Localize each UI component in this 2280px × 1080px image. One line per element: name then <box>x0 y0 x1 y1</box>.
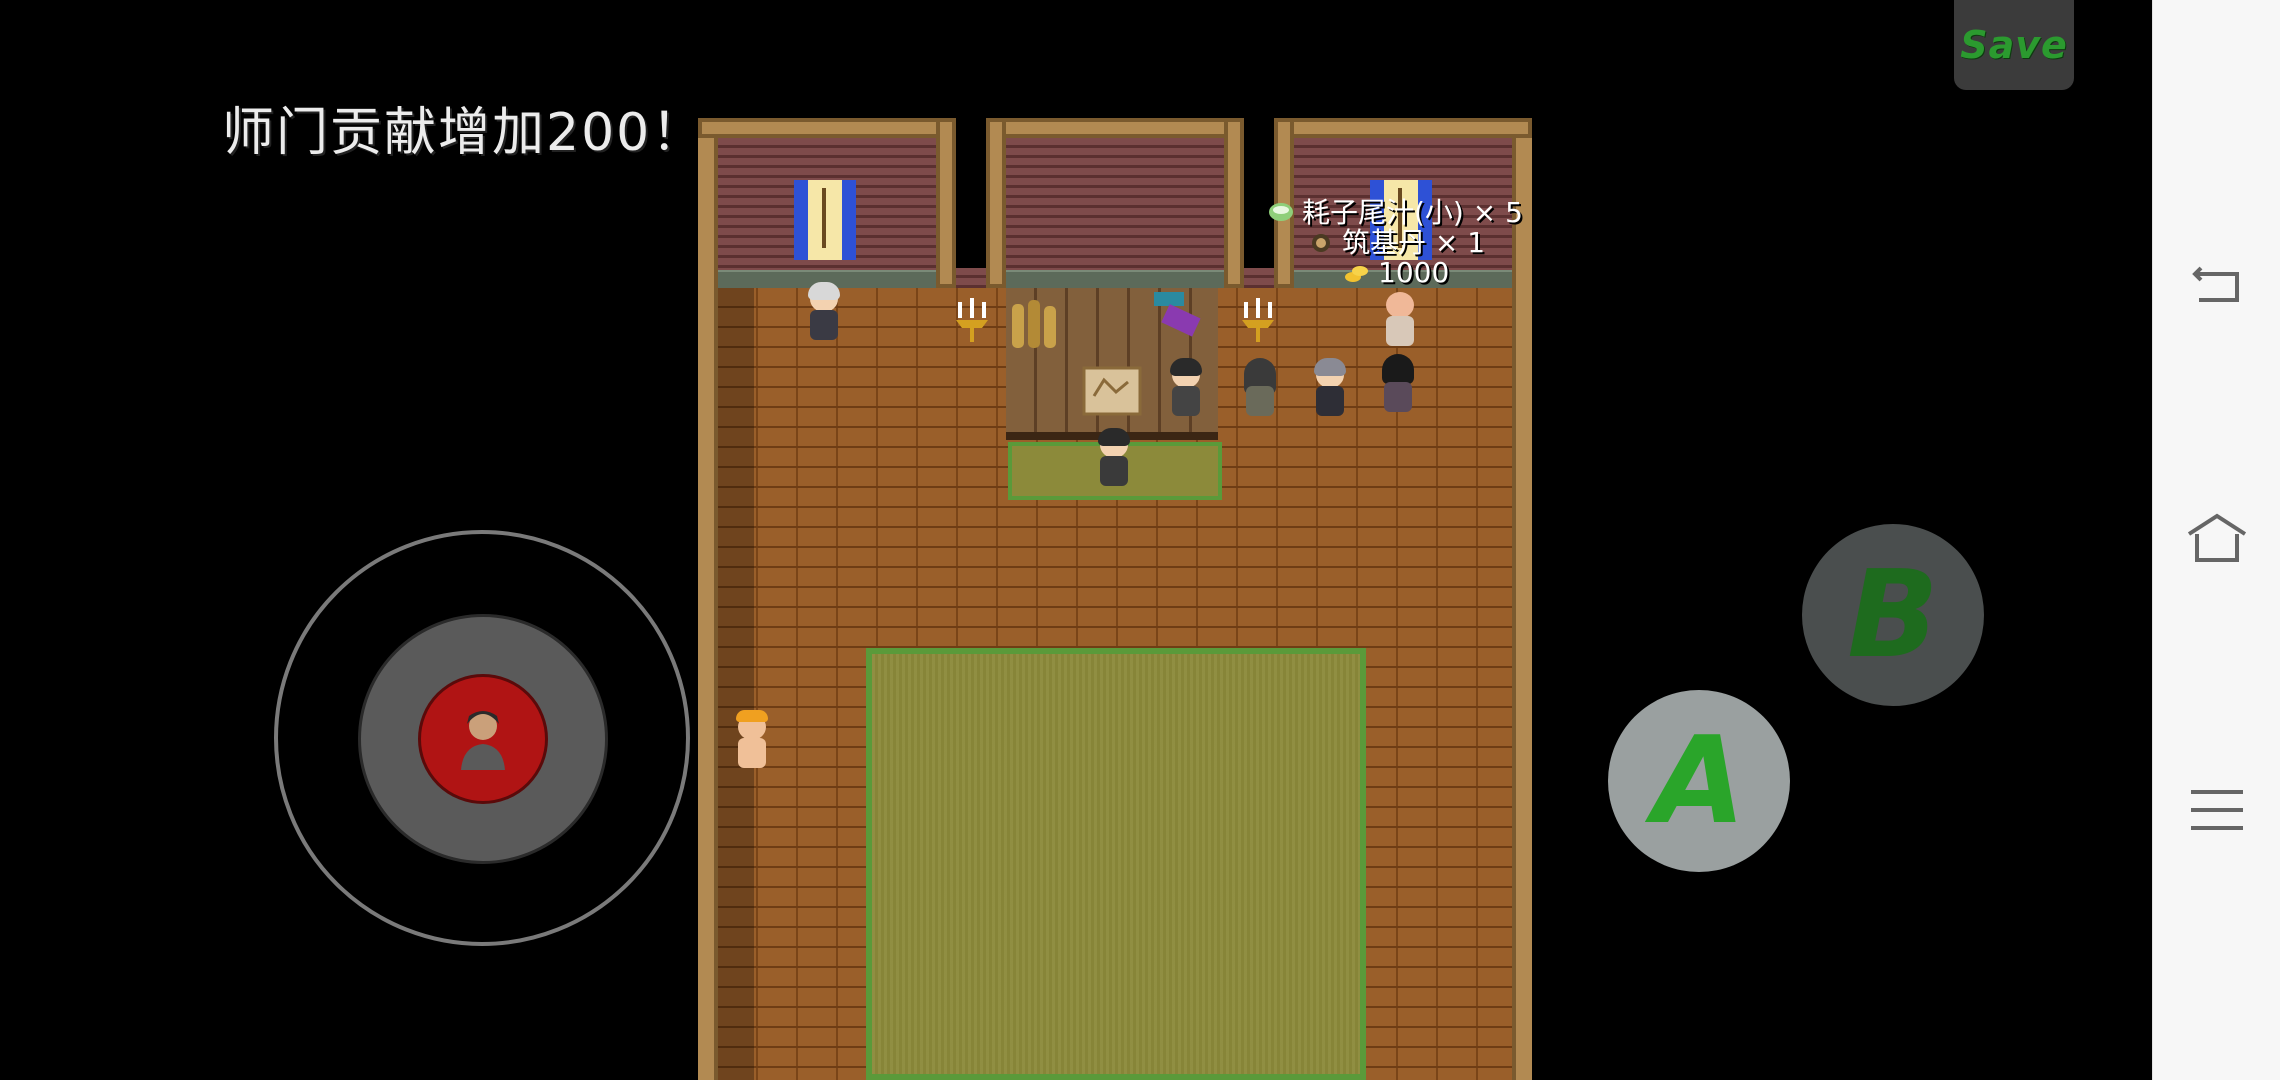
reward-item: 耗子尾汁(小) × 5 <box>1268 198 1523 228</box>
a-button[interactable]: A <box>1608 690 1790 872</box>
floor-shadow <box>718 288 754 1080</box>
player-portrait-icon <box>461 711 505 770</box>
map-scroll-icon <box>1082 366 1142 416</box>
pill-icon <box>1312 234 1330 252</box>
window <box>794 180 856 260</box>
large-rug <box>866 648 1366 1080</box>
menu-icon <box>2191 790 2243 830</box>
reward-item-label: 筑基丹 × 1 <box>1342 226 1486 259</box>
gold-coins-icon <box>1345 266 1368 282</box>
joystick-knob[interactable] <box>418 674 548 804</box>
wall-frame <box>986 118 1244 138</box>
scrolls-icon <box>1012 300 1056 348</box>
left-wall <box>698 118 718 1080</box>
books-icon <box>1154 292 1201 337</box>
wall-frame <box>986 118 1006 288</box>
b-button[interactable]: B <box>1802 524 1984 706</box>
home-icon <box>2187 513 2247 562</box>
candelabra-icon <box>1242 298 1274 342</box>
home-button[interactable] <box>2177 500 2257 580</box>
a-button-label: A <box>1652 711 1746 851</box>
system-nav-bar <box>2152 0 2280 1080</box>
player-character[interactable] <box>1092 428 1136 492</box>
reward-item: 1000 <box>1268 258 1523 288</box>
reward-item: 筑基丹 × 1 <box>1268 228 1523 258</box>
reward-item-label: 耗子尾汁(小) × 5 <box>1302 196 1523 229</box>
npc-gray-hair[interactable] <box>1308 358 1352 422</box>
npc-child[interactable] <box>730 710 774 774</box>
menu-button[interactable] <box>2177 770 2257 850</box>
wall-frame <box>1224 118 1244 288</box>
wall-frame <box>1274 118 1532 138</box>
npc-white-hair[interactable] <box>802 282 846 346</box>
npc-long-hair[interactable] <box>1238 358 1282 422</box>
b-button-label: B <box>1847 545 1939 685</box>
back-wall <box>1006 138 1224 288</box>
reward-item-label: 1000 <box>1378 256 1450 289</box>
npc-bald-elder[interactable] <box>1378 288 1422 352</box>
save-button[interactable]: Save <box>1954 0 2074 90</box>
reward-list: 耗子尾汁(小) × 5 筑基丹 × 1 1000 <box>1268 198 1523 288</box>
back-button[interactable] <box>2177 244 2257 324</box>
npc-dark-hair[interactable] <box>1376 354 1420 418</box>
wall-frame <box>698 118 956 138</box>
game-viewport[interactable]: 师门贡献增加200！ Save 耗子尾汁(小) × 5 筑基丹 × 1 1000… <box>0 0 2152 1080</box>
notification-message: 师门贡献增加200！ <box>222 103 706 163</box>
npc-merchant[interactable] <box>1164 358 1208 422</box>
wall-frame <box>936 118 956 288</box>
back-icon <box>2192 266 2239 302</box>
candelabra-icon <box>956 298 988 342</box>
juice-bowl-icon <box>1269 203 1293 221</box>
